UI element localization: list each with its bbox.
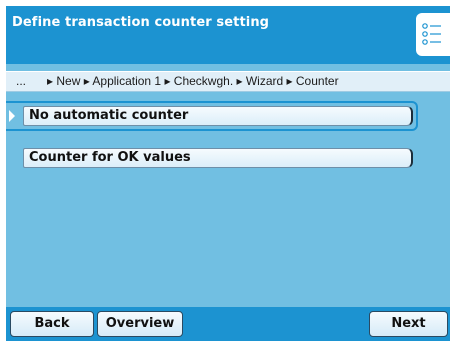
page-title: Define transaction counter setting [12,15,270,30]
header-bar: Define transaction counter setting [6,6,450,64]
breadcrumb-path: ▸ New ▸ Application 1 ▸ Checkwgh. ▸ Wiza… [47,74,339,88]
breadcrumb-ellipsis[interactable]: ... [16,74,26,88]
breadcrumb: ... ▸ New ▸ Application 1 ▸ Checkwgh. ▸ … [6,71,450,92]
next-button[interactable]: Next [369,311,448,337]
footer-bar: Back Overview Next [6,307,450,341]
list-icon[interactable] [416,13,450,56]
option-counter-ok-values[interactable]: Counter for OK values [23,148,413,168]
option-no-automatic-counter[interactable]: No automatic counter [23,106,413,126]
selection-arrow-icon [9,110,15,122]
screen: Define transaction counter setting ... ▸… [6,6,450,341]
back-button[interactable]: Back [10,311,94,337]
overview-button[interactable]: Overview [97,311,183,337]
